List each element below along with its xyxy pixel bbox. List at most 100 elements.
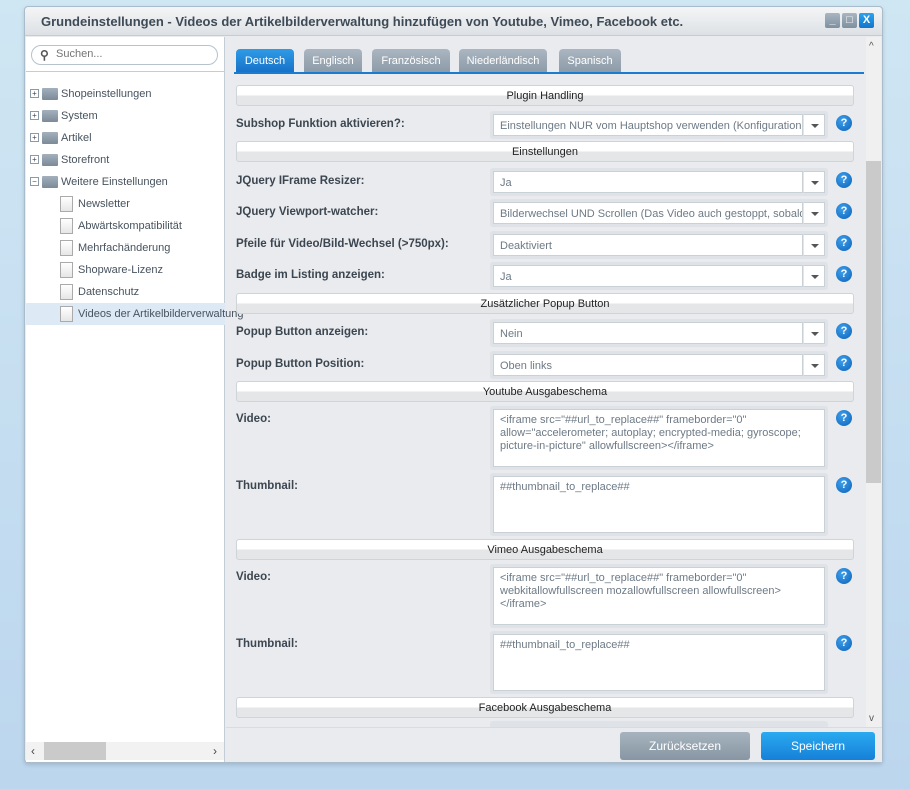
help-icon[interactable]: ? bbox=[836, 635, 852, 651]
chevron-down-icon[interactable] bbox=[803, 202, 825, 224]
reset-button[interactable]: Zurücksetzen bbox=[620, 732, 750, 760]
chevron-down-icon[interactable] bbox=[803, 322, 825, 344]
document-icon bbox=[60, 262, 73, 278]
vertical-scrollbar[interactable]: ^ v bbox=[866, 37, 881, 727]
collapse-icon[interactable]: − bbox=[30, 177, 39, 186]
select-field[interactable]: Deaktiviert bbox=[490, 231, 828, 259]
field-label: Pfeile für Video/Bild-Wechsel (>750px): bbox=[236, 238, 449, 250]
field-label: Popup Button anzeigen: bbox=[236, 326, 369, 338]
chevron-down-icon[interactable] bbox=[803, 234, 825, 256]
window-title: Grundeinstellungen - Videos der Artikelb… bbox=[41, 14, 684, 29]
scrollbar-thumb[interactable] bbox=[44, 742, 106, 760]
maximize-icon[interactable]: □ bbox=[842, 13, 857, 28]
chevron-down-icon[interactable] bbox=[803, 265, 825, 287]
expand-icon[interactable]: + bbox=[30, 155, 39, 164]
search-field[interactable]: ⚲ bbox=[31, 45, 218, 65]
help-icon[interactable]: ? bbox=[836, 203, 852, 219]
select-field[interactable]: Bilderwechsel UND Scrollen (Das Video au… bbox=[490, 199, 828, 227]
chevron-down-icon[interactable] bbox=[803, 114, 825, 136]
select-field[interactable]: Ja bbox=[490, 168, 828, 196]
minimize-icon[interactable]: _ bbox=[825, 13, 840, 28]
help-icon[interactable]: ? bbox=[836, 355, 852, 371]
main-panel: Deutsch Englisch Französisch Niederländisch… bbox=[226, 37, 882, 762]
folder-icon bbox=[42, 154, 58, 166]
help-icon[interactable]: ? bbox=[836, 235, 852, 251]
save-button[interactable]: Speichern bbox=[761, 732, 875, 760]
tab-englisch[interactable]: Englisch bbox=[304, 49, 362, 72]
help-icon[interactable]: ? bbox=[836, 323, 852, 339]
expand-icon[interactable]: + bbox=[30, 133, 39, 142]
select-value[interactable]: Deaktiviert bbox=[493, 234, 803, 256]
select-field[interactable]: Nein bbox=[490, 319, 828, 347]
help-icon[interactable]: ? bbox=[836, 172, 852, 188]
tree-item[interactable]: + System bbox=[26, 105, 225, 127]
tab-deutsch[interactable]: Deutsch bbox=[236, 49, 294, 72]
chevron-down-icon[interactable] bbox=[803, 171, 825, 193]
tree-item-label: Videos der Artikelbilderverwaltung bbox=[78, 308, 244, 320]
help-icon[interactable]: ? bbox=[836, 115, 852, 131]
section-header: Facebook Ausgabeschema bbox=[236, 697, 854, 718]
tree-item[interactable]: + Storefront bbox=[26, 149, 225, 171]
vimeo-video-textarea[interactable]: <iframe src="##url_to_replace##" framebo… bbox=[493, 567, 825, 625]
help-icon[interactable]: ? bbox=[836, 410, 852, 426]
expand-icon[interactable]: + bbox=[30, 111, 39, 120]
select-value[interactable]: Oben links bbox=[493, 354, 803, 376]
search-input[interactable] bbox=[56, 48, 206, 60]
tree-item-label: Storefront bbox=[61, 154, 110, 166]
help-icon[interactable]: ? bbox=[836, 568, 852, 584]
tree-item-label: Shopeinstellungen bbox=[61, 88, 152, 100]
title-bar: Grundeinstellungen - Videos der Artikelb… bbox=[25, 7, 882, 36]
tab-underline bbox=[234, 72, 864, 74]
tab-spanisch[interactable]: Spanisch bbox=[559, 49, 621, 72]
select-field[interactable]: Oben links bbox=[490, 351, 828, 379]
youtube-video-textarea[interactable]: <iframe src="##url_to_replace##" framebo… bbox=[493, 409, 825, 467]
footer-toolbar: Zurücksetzen Speichern bbox=[226, 727, 882, 762]
chevron-down-icon[interactable] bbox=[803, 354, 825, 376]
select-value[interactable]: Bilderwechsel UND Scrollen (Das Video au… bbox=[493, 202, 803, 224]
select-value[interactable]: Ja bbox=[493, 171, 803, 193]
textarea-field: ##thumbnail_to_replace## bbox=[490, 631, 828, 694]
select-value[interactable]: Einstellungen NUR vom Hauptshop verwende… bbox=[493, 114, 803, 136]
tree-item[interactable]: + Artikel bbox=[26, 127, 225, 149]
tree-item[interactable]: Shopware-Lizenz bbox=[26, 259, 225, 281]
section-header: Plugin Handling bbox=[236, 85, 854, 106]
help-icon[interactable]: ? bbox=[836, 266, 852, 282]
tree-item-label: Weitere Einstellungen bbox=[61, 176, 168, 188]
field-label: Thumbnail: bbox=[236, 480, 298, 492]
tree-item-label: Datenschutz bbox=[78, 286, 140, 298]
search-icon: ⚲ bbox=[40, 48, 49, 62]
field-label: Badge im Listing anzeigen: bbox=[236, 269, 385, 281]
document-icon bbox=[60, 218, 73, 234]
select-value[interactable]: Nein bbox=[493, 322, 803, 344]
scroll-down-icon[interactable]: v bbox=[869, 713, 874, 724]
horizontal-scrollbar[interactable]: ‹ › bbox=[26, 742, 224, 760]
scroll-up-icon[interactable]: ^ bbox=[869, 41, 874, 52]
expand-icon[interactable]: + bbox=[30, 89, 39, 98]
tree-item[interactable]: + Shopeinstellungen bbox=[26, 83, 225, 105]
tree-item-label: Shopware-Lizenz bbox=[78, 264, 163, 276]
youtube-thumb-textarea[interactable]: ##thumbnail_to_replace## bbox=[493, 476, 825, 533]
tree-item[interactable]: Newsletter bbox=[26, 193, 225, 215]
vimeo-thumb-textarea[interactable]: ##thumbnail_to_replace## bbox=[493, 634, 825, 691]
field-label: Video: bbox=[236, 413, 271, 425]
folder-icon bbox=[42, 88, 58, 100]
select-field[interactable]: Ja bbox=[490, 262, 828, 290]
select-field[interactable]: Einstellungen NUR vom Hauptshop verwende… bbox=[490, 111, 828, 139]
field-label: JQuery Viewport-watcher: bbox=[236, 206, 379, 218]
scroll-left-icon[interactable]: ‹ bbox=[31, 744, 35, 758]
tab-niederländisch[interactable]: Niederländisch bbox=[459, 49, 547, 72]
tree-item-label: Mehrfachänderung bbox=[78, 242, 171, 254]
scrollbar-thumb[interactable] bbox=[866, 161, 881, 483]
tree-item[interactable]: Datenschutz bbox=[26, 281, 225, 303]
tree-item[interactable]: Mehrfachänderung bbox=[26, 237, 225, 259]
tree-item[interactable]: − Weitere Einstellungen bbox=[26, 171, 225, 193]
settings-window: Grundeinstellungen - Videos der Artikelb… bbox=[24, 6, 883, 763]
tab-französisch[interactable]: Französisch bbox=[372, 49, 450, 72]
tree-item[interactable]: Abwärtskompatibilität bbox=[26, 215, 225, 237]
scroll-right-icon[interactable]: › bbox=[213, 744, 217, 758]
tree-item[interactable]: Videos der Artikelbilderverwaltung bbox=[26, 303, 244, 325]
select-value[interactable]: Ja bbox=[493, 265, 803, 287]
textarea-field: ##thumbnail_to_replace## bbox=[490, 473, 828, 536]
close-icon[interactable]: X bbox=[859, 13, 874, 28]
help-icon[interactable]: ? bbox=[836, 477, 852, 493]
